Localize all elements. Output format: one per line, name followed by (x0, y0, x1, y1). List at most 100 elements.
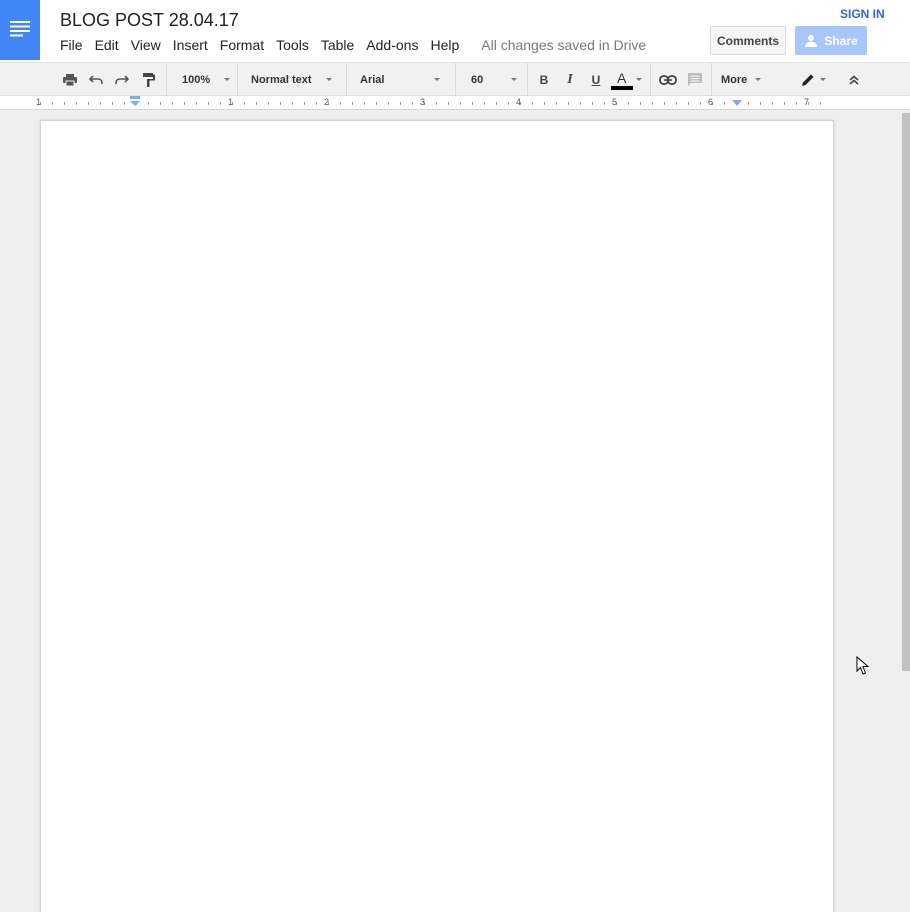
ruler-tick (256, 102, 257, 105)
more-label: More (721, 73, 748, 86)
mouse-cursor-icon (856, 656, 870, 675)
ruler-tick (688, 102, 689, 105)
document-title[interactable]: BLOG POST 28.04.17 (60, 9, 239, 31)
underline-button[interactable]: U (586, 63, 606, 96)
undo-button[interactable] (86, 63, 106, 96)
editing-mode-button[interactable] (796, 63, 830, 96)
undo-icon (89, 74, 103, 84)
ruler-tick (760, 102, 761, 105)
redo-icon (115, 74, 129, 84)
print-icon (63, 73, 77, 86)
ruler-number: 4 (516, 97, 522, 107)
ruler-tick (112, 102, 113, 105)
print-button[interactable] (60, 63, 80, 96)
toolbar-separator (711, 63, 712, 96)
share-button[interactable]: Share (795, 26, 867, 55)
ruler-tick (784, 102, 785, 105)
more-button[interactable]: More (721, 63, 767, 96)
scrollbar-thumb[interactable] (902, 113, 910, 671)
docs-logo-icon (10, 21, 30, 37)
ruler-tick (64, 102, 65, 105)
italic-icon: I (567, 71, 573, 87)
document-page[interactable] (40, 120, 834, 912)
chevron-down-icon (755, 78, 762, 81)
font-select[interactable]: Arial (360, 63, 450, 96)
menu-insert[interactable]: Insert (167, 35, 214, 55)
ruler-tick (292, 102, 293, 105)
ruler-tick (472, 102, 473, 105)
chevron-down-icon (511, 78, 517, 81)
right-indent-marker-icon[interactable] (731, 98, 743, 108)
ruler-tick (280, 102, 281, 105)
comments-button[interactable]: Comments (710, 26, 786, 55)
redo-button[interactable] (112, 63, 132, 96)
left-indent-marker-icon[interactable] (129, 96, 141, 108)
ruler-tick (676, 102, 677, 105)
ruler-tick (748, 102, 749, 105)
menu-file[interactable]: File (50, 35, 89, 55)
text-color-button[interactable]: A (609, 63, 645, 96)
ruler-tick (124, 102, 125, 105)
zoom-select[interactable]: 100% (182, 63, 232, 96)
toolbar-separator (166, 63, 167, 96)
italic-button[interactable]: I (560, 63, 580, 96)
ruler-number: 3 (420, 97, 426, 107)
ruler-tick (268, 102, 269, 105)
ruler-tick (316, 102, 317, 105)
ruler-tick (580, 102, 581, 105)
paint-format-button[interactable] (139, 63, 159, 96)
ruler-tick (52, 102, 53, 105)
ruler-number: 1 (36, 97, 42, 107)
ruler[interactable]: 1 1 2 3 4 5 6 7 (0, 96, 910, 110)
ruler-tick (148, 102, 149, 105)
ruler-tick (364, 102, 365, 105)
menu-format[interactable]: Format (214, 35, 270, 55)
ruler-tick (208, 102, 209, 105)
ruler-tick (100, 102, 101, 105)
comment-icon (688, 72, 702, 86)
chevron-down-icon (434, 78, 440, 81)
ruler-tick (568, 102, 569, 105)
menu-tools[interactable]: Tools (270, 35, 315, 55)
save-status[interactable]: All changes saved in Drive (465, 35, 646, 55)
ruler-tick (652, 102, 653, 105)
text-color-icon: A (609, 69, 633, 91)
ruler-tick (628, 102, 629, 105)
ruler-tick (340, 102, 341, 105)
menu-view[interactable]: View (125, 35, 167, 55)
menu-help[interactable]: Help (424, 35, 465, 55)
ruler-tick (448, 102, 449, 105)
ruler-tick (88, 102, 89, 105)
insert-comment-button[interactable] (684, 63, 706, 96)
document-canvas (0, 111, 910, 912)
menu-addons[interactable]: Add-ons (360, 35, 424, 55)
menu-edit[interactable]: Edit (89, 35, 125, 55)
ruler-tick (604, 102, 605, 105)
ruler-tick (640, 102, 641, 105)
ruler-tick (244, 102, 245, 105)
ruler-tick (400, 102, 401, 105)
menu-table[interactable]: Table (315, 35, 360, 55)
sign-in-link[interactable]: SIGN IN (840, 7, 885, 21)
header: BLOG POST 28.04.17 File Edit View Insert… (0, 0, 910, 62)
insert-link-button[interactable] (657, 63, 679, 96)
pencil-icon (801, 74, 813, 86)
ruler-tick (772, 102, 773, 105)
toolbar-separator (237, 63, 238, 96)
ruler-tick (460, 102, 461, 105)
ruler-tick (376, 102, 377, 105)
ruler-tick (76, 102, 77, 105)
ruler-tick (556, 102, 557, 105)
docs-home-button[interactable] (0, 0, 40, 60)
ruler-tick (724, 102, 725, 105)
ruler-number: 5 (612, 97, 618, 107)
ruler-tick (184, 102, 185, 105)
paragraph-style-select[interactable]: Normal text (251, 63, 341, 96)
collapse-toolbar-button[interactable] (844, 63, 864, 96)
font-size-select[interactable]: 60 (471, 63, 523, 96)
font-size-value: 60 (471, 73, 484, 86)
ruler-tick (664, 102, 665, 105)
underline-icon: U (591, 72, 601, 87)
ruler-tick (700, 102, 701, 105)
bold-button[interactable]: B (534, 63, 554, 96)
